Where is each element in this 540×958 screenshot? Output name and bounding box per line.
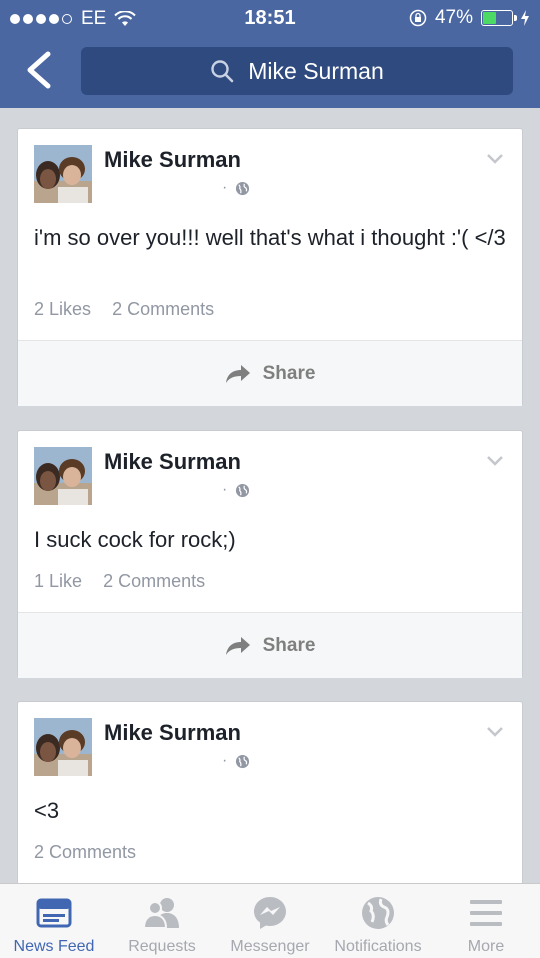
post-stats: 2 Likes 2 Comments <box>34 299 230 320</box>
public-globe-icon <box>236 181 250 195</box>
search-field[interactable]: Mike Surman <box>81 47 513 95</box>
messenger-icon <box>254 897 286 929</box>
rotation-lock-icon <box>409 9 427 27</box>
author-name[interactable]: Mike Surman <box>104 147 241 173</box>
comments-count[interactable]: 2 Comments <box>112 299 214 319</box>
tab-more[interactable]: More <box>432 884 540 958</box>
search-text: Mike Surman <box>248 57 384 84</box>
share-arrow-icon <box>225 364 250 383</box>
comments-count[interactable]: 2 Comments <box>34 842 136 862</box>
top-header: EE 18:51 47% Mike Surman <box>0 0 540 108</box>
search-icon <box>211 60 234 83</box>
public-globe-icon <box>236 483 250 497</box>
battery-percent: 47% <box>434 7 473 28</box>
share-button[interactable]: Share <box>18 612 522 678</box>
tab-label: Requests <box>128 938 196 955</box>
bottom-tab-bar: News Feed Requests Messenger Notificatio… <box>0 883 540 958</box>
tab-label: Messenger <box>230 938 310 955</box>
globe-icon <box>362 897 394 929</box>
chevron-down-icon[interactable] <box>486 455 504 467</box>
menu-icon <box>470 900 502 926</box>
chevron-down-icon[interactable] <box>486 153 504 165</box>
battery-fill <box>483 12 496 24</box>
post-text: i'm so over you!!! well that's what i th… <box>34 225 506 250</box>
share-arrow-icon <box>225 636 250 655</box>
tab-label: Notifications <box>334 938 422 955</box>
post-card: Mike Surman · i'm so over you!!! well th… <box>17 128 523 406</box>
tab-messenger[interactable]: Messenger <box>216 884 324 958</box>
post-text: <3 <box>34 798 60 823</box>
tab-label: News Feed <box>13 938 95 955</box>
share-label: Share <box>262 634 316 656</box>
share-label: Share <box>262 362 316 384</box>
post-meta: · <box>104 752 250 770</box>
avatar-photo <box>34 145 92 203</box>
post-stats: 1 Like 2 Comments <box>34 571 221 592</box>
friend-requests-icon <box>143 898 179 929</box>
post-stats: 2 Comments <box>34 842 152 863</box>
share-button[interactable]: Share <box>18 340 522 406</box>
likes-count[interactable]: 2 Likes <box>34 299 91 319</box>
avatar-photo <box>34 718 92 776</box>
post-meta: · <box>104 179 250 197</box>
post-meta: · <box>104 481 250 499</box>
likes-count[interactable]: 1 Like <box>34 571 82 591</box>
status-bar: EE 18:51 47% <box>0 0 540 38</box>
back-chevron-icon[interactable] <box>22 50 56 90</box>
avatar[interactable] <box>34 145 92 203</box>
avatar-photo <box>34 447 92 505</box>
avatar[interactable] <box>34 718 92 776</box>
avatar[interactable] <box>34 447 92 505</box>
public-globe-icon <box>236 754 250 768</box>
chevron-down-icon[interactable] <box>486 726 504 738</box>
author-name[interactable]: Mike Surman <box>104 720 241 746</box>
post-text: I suck cock for rock;) <box>34 527 236 552</box>
post-card: Mike Surman · <3 2 Comments <box>17 701 523 883</box>
tab-news-feed[interactable]: News Feed <box>0 884 108 958</box>
tab-notifications[interactable]: Notifications <box>324 884 432 958</box>
status-right: 47% <box>409 7 530 29</box>
charging-bolt-icon <box>521 10 529 26</box>
post-card: Mike Surman · I suck cock for rock;) 1 L… <box>17 430 523 678</box>
tab-label: More <box>467 938 505 955</box>
author-name[interactable]: Mike Surman <box>104 449 241 475</box>
comments-count[interactable]: 2 Comments <box>103 571 205 591</box>
news-feed-icon <box>36 898 72 928</box>
tab-requests[interactable]: Requests <box>108 884 216 958</box>
news-feed[interactable]: Mike Surman · i'm so over you!!! well th… <box>0 108 540 883</box>
battery-icon <box>481 10 517 26</box>
